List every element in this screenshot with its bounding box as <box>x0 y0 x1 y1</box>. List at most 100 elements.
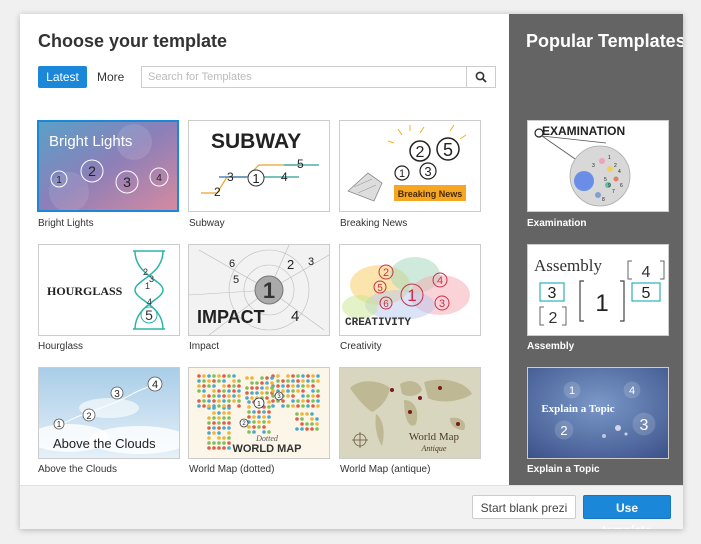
map-dot <box>267 405 271 409</box>
map-dot <box>301 384 305 388</box>
popular-caption: Examination <box>527 218 587 229</box>
svg-text:3: 3 <box>640 417 649 434</box>
map-dot <box>252 410 256 414</box>
map-dot <box>232 379 236 383</box>
svg-text:4: 4 <box>618 169 621 175</box>
svg-text:5: 5 <box>233 274 239 286</box>
template-card-creativity[interactable]: 2 1 4 3 5 6 CREATIVITY <box>339 244 481 336</box>
map-dot <box>202 399 206 403</box>
search-button[interactable] <box>466 67 495 87</box>
template-card-above-the-clouds[interactable]: 1 2 3 4 Above the Clouds <box>38 367 180 459</box>
template-card-breaking-news[interactable]: 2 5 1 3 Breaking News <box>339 120 481 212</box>
map-dot <box>202 394 206 398</box>
map-dot <box>227 389 231 393</box>
popular-card-examination[interactable]: EXAMINATION 1 2 3 4 5 6 7 8 9 <box>527 120 669 212</box>
map-dot <box>212 431 216 435</box>
svg-text:5: 5 <box>604 177 607 183</box>
map-dot <box>217 399 221 403</box>
template-card-world-map-dotted[interactable]: 1 2 3 Dotted WORLD MAP <box>188 367 330 459</box>
map-dot <box>217 411 221 415</box>
template-card-subway[interactable]: SUBWAY 2 3 1 4 5 <box>188 120 330 212</box>
map-dot <box>197 384 201 388</box>
popular-caption: Assembly <box>527 341 575 352</box>
map-dot <box>316 404 320 408</box>
map-dot <box>252 415 256 419</box>
map-dot <box>315 427 319 431</box>
map-dot <box>237 404 241 408</box>
svg-text:4: 4 <box>156 173 162 184</box>
hourglass-art-text: HOURGLASS <box>47 284 123 298</box>
map-dot <box>247 430 251 434</box>
popular-templates-panel: Popular Templates EXAMINATION 1 2 3 4 5 <box>509 14 683 485</box>
map-dot <box>286 389 290 393</box>
map-dot <box>207 399 211 403</box>
map-dot <box>311 399 315 403</box>
svg-text:5: 5 <box>145 307 153 323</box>
map-dot <box>207 421 211 425</box>
popular-card-explain-a-topic[interactable]: 1 4 2 3 Explain a Topic <box>527 367 669 459</box>
template-card-world-map-antique[interactable]: World Map Antique <box>339 367 481 459</box>
template-card-bright-lights[interactable]: Bright Lights 1 2 3 4 <box>37 120 179 212</box>
creativity-art-text: CREATIVITY <box>345 317 411 329</box>
map-dot <box>212 379 216 383</box>
map-dot <box>222 426 226 430</box>
popular-card-assembly[interactable]: Assembly 4 3 1 5 2 <box>527 244 669 336</box>
use-template-button[interactable]: Use template <box>583 495 671 529</box>
svg-text:2: 2 <box>214 185 221 199</box>
map-dot <box>202 384 206 388</box>
search-input[interactable] <box>142 67 474 87</box>
world-map-antique-subtitle: Antique <box>421 444 447 453</box>
map-dot <box>271 399 275 403</box>
svg-text:1: 1 <box>608 155 611 161</box>
impact-thumbnail: 1 6 5 2 3 4 IMPACT <box>189 245 329 335</box>
svg-text:2: 2 <box>383 267 389 279</box>
subway-art-text: SUBWAY <box>211 130 301 153</box>
map-dot <box>296 379 300 383</box>
tab-latest[interactable]: Latest <box>38 66 87 88</box>
map-dot <box>306 404 310 408</box>
map-dot <box>310 412 314 416</box>
map-dot <box>227 399 231 403</box>
map-dot <box>217 431 221 435</box>
map-dot <box>222 441 226 445</box>
map-dot <box>212 446 216 450</box>
map-dot <box>202 404 206 408</box>
map-dot <box>316 399 320 403</box>
tab-more[interactable]: More <box>97 66 124 88</box>
svg-text:2: 2 <box>416 144 425 161</box>
map-dot <box>255 391 259 395</box>
map-dot <box>232 384 236 388</box>
template-caption: Above the Clouds <box>38 464 117 475</box>
svg-text:6: 6 <box>383 299 389 310</box>
svg-text:7: 7 <box>612 189 615 195</box>
map-dot <box>197 374 201 378</box>
svg-text:3: 3 <box>592 163 595 169</box>
template-caption: Hourglass <box>38 341 84 352</box>
map-dot <box>315 422 319 426</box>
svg-text:2: 2 <box>614 163 617 169</box>
map-dot <box>281 399 285 403</box>
map-dot <box>301 379 305 383</box>
template-caption: Breaking News <box>340 218 408 229</box>
map-dot <box>207 384 211 388</box>
map-dot <box>281 389 285 393</box>
map-dot <box>237 389 241 393</box>
start-blank-prezi-button[interactable]: Start blank prezi <box>472 495 576 519</box>
map-dot <box>250 386 254 390</box>
template-card-hourglass[interactable]: HOURGLASS 2 3 1 4 5 <box>38 244 180 336</box>
map-dot <box>232 389 236 393</box>
map-dot <box>227 431 231 435</box>
map-dot <box>271 394 275 398</box>
map-dot <box>260 391 264 395</box>
map-dot <box>245 391 249 395</box>
map-dot <box>257 410 261 414</box>
svg-text:1: 1 <box>257 401 261 408</box>
svg-text:2: 2 <box>143 267 148 277</box>
examination-art-text: EXAMINATION <box>542 124 625 138</box>
bright-lights-art-text: Bright Lights <box>49 133 132 150</box>
map-dot <box>267 415 271 419</box>
dialog-footer: Start blank prezi Use template <box>20 485 683 529</box>
breaking-news-art-text: Breaking News <box>398 189 463 199</box>
template-card-impact[interactable]: 1 6 5 2 3 4 IMPACT <box>188 244 330 336</box>
map-dot <box>316 394 320 398</box>
